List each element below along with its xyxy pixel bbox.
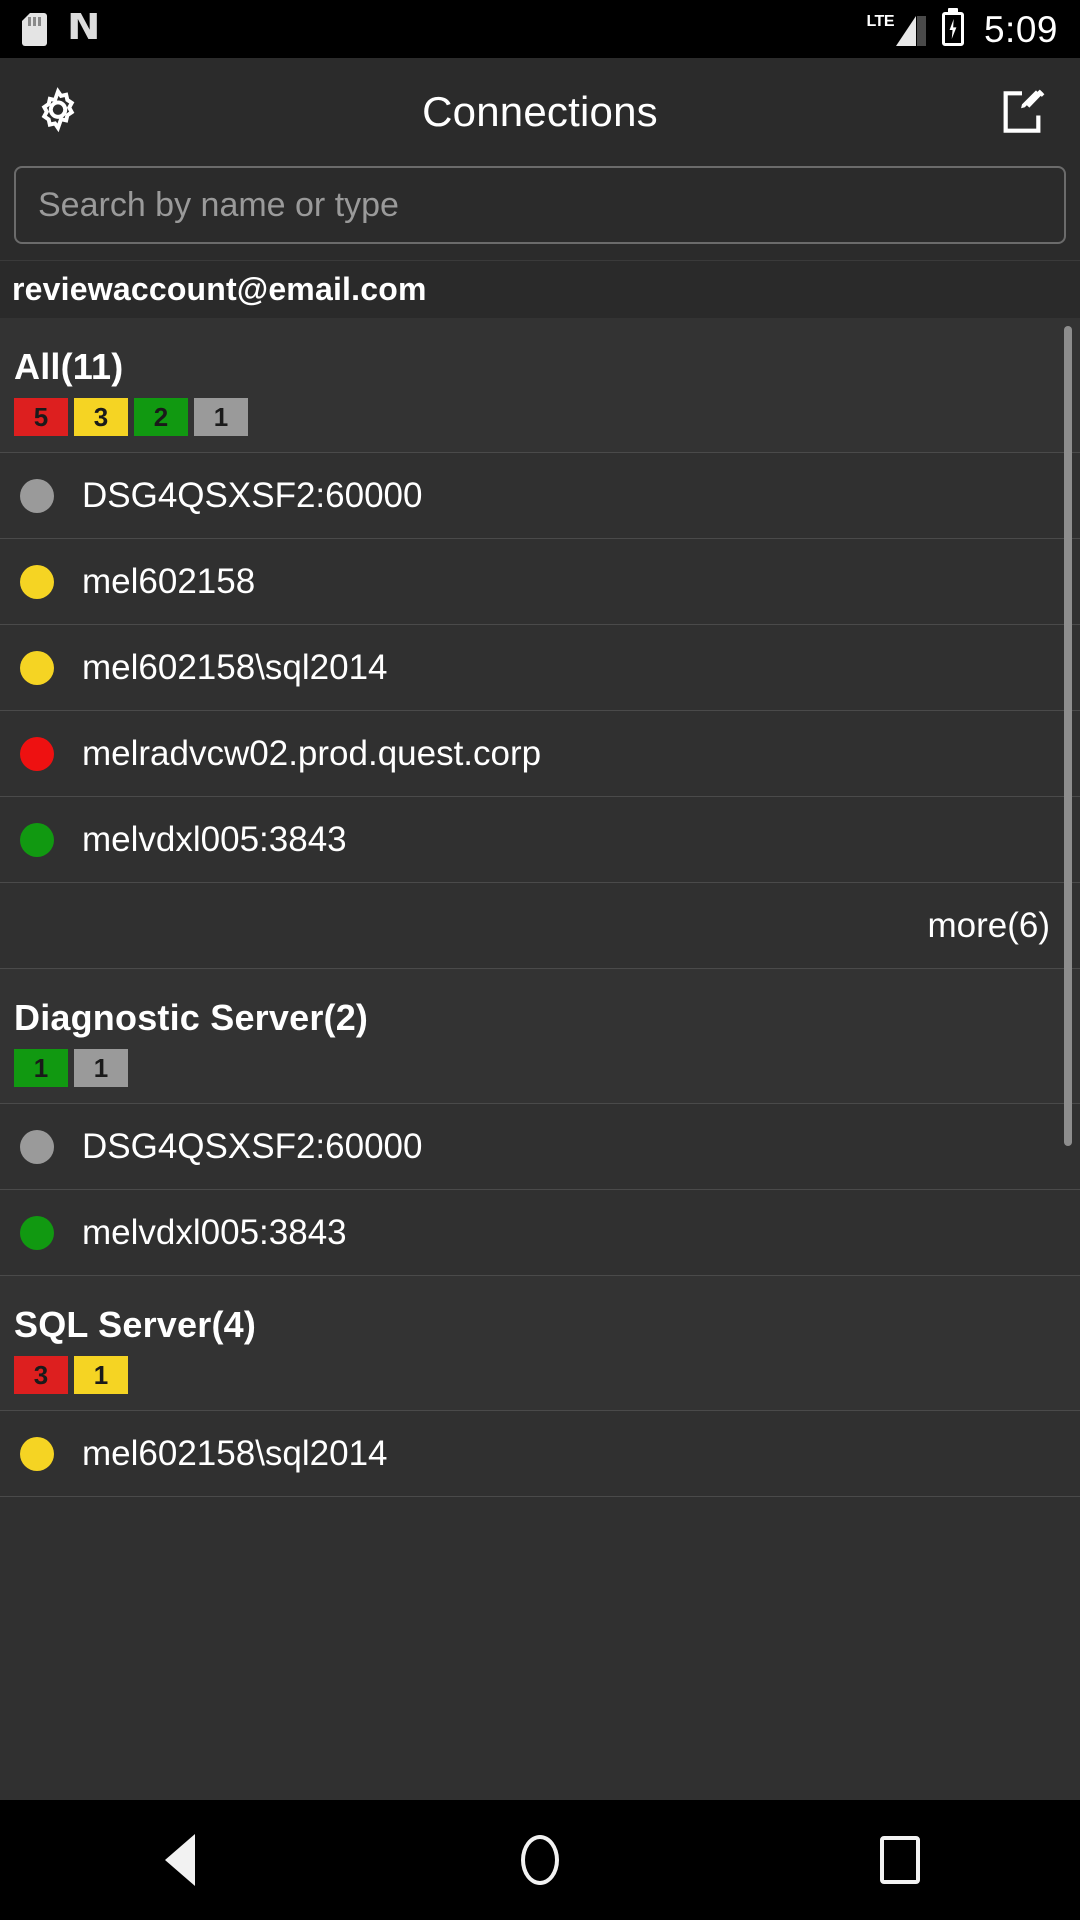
lte-signal-icon: LTE (866, 12, 926, 46)
page-title: Connections (422, 88, 658, 135)
back-icon (165, 1834, 195, 1886)
settings-button[interactable] (18, 72, 98, 152)
section-title: SQL Server(4) (14, 1304, 257, 1345)
status-dot-icon (20, 1129, 54, 1164)
app-root: LTE 5:09 Connections (0, 0, 1080, 1920)
status-bar: LTE 5:09 (0, 0, 1080, 58)
connection-name: melvdxl005:3843 (82, 1212, 347, 1252)
section-title: All(11) (14, 346, 124, 387)
status-badge: 3 (74, 398, 128, 436)
nav-home-button[interactable] (465, 1800, 615, 1920)
status-dot-icon (20, 478, 54, 513)
recents-icon (880, 1836, 920, 1884)
status-dot-icon (20, 736, 54, 771)
connection-name: DSG4QSXSF2:60000 (82, 1126, 423, 1166)
status-badge-row: 31 (14, 1356, 1066, 1394)
lte-label: LTE (866, 13, 894, 30)
status-badge: 1 (74, 1049, 128, 1087)
show-more-row[interactable]: more(6) (0, 883, 1080, 969)
scrollbar-thumb[interactable] (1064, 326, 1072, 1146)
connection-name: mel602158\sql2014 (82, 1433, 388, 1473)
battery-charging-icon (941, 12, 964, 46)
sdcard-icon (22, 12, 47, 46)
status-badge: 1 (194, 398, 248, 436)
connection-name: melradvcw02.prod.quest.corp (82, 733, 542, 773)
section-header[interactable]: All(11) 5 3 2 1 (0, 318, 1080, 453)
status-badge-row: 11 (14, 1049, 1066, 1087)
status-dot-icon (20, 650, 54, 685)
status-dot-icon (20, 564, 54, 599)
status-badge: 1 (14, 1049, 68, 1087)
account-email: reviewaccount@email.com (12, 271, 427, 307)
scrollbar[interactable] (1064, 318, 1072, 1800)
nav-recents-button[interactable] (825, 1800, 975, 1920)
sections-container: All(11) 5 3 2 1 DSG4QSXSF2:60000 mel602158 mel6… (0, 318, 1080, 1497)
search-input[interactable] (38, 185, 1042, 225)
show-more-label: more(6) (927, 905, 1050, 945)
system-navigation-bar (0, 1800, 1080, 1920)
status-bar-left-icons (22, 12, 101, 46)
search-container (0, 166, 1080, 260)
connection-name: melvdxl005:3843 (82, 819, 347, 859)
connection-row[interactable]: mel602158\sql2014 (0, 1411, 1080, 1497)
status-badge: 5 (14, 398, 68, 436)
home-icon (521, 1835, 559, 1885)
status-bar-clock: 5:09 (983, 8, 1058, 50)
status-badge-row: 5321 (14, 398, 1066, 436)
charging-bolt-icon (949, 19, 957, 39)
status-badge: 2 (134, 398, 188, 436)
search-box[interactable] (14, 166, 1066, 244)
connection-name: DSG4QSXSF2:60000 (82, 475, 423, 515)
section-title: Diagnostic Server(2) (14, 997, 369, 1038)
section-header[interactable]: Diagnostic Server(2) 1 1 (0, 969, 1080, 1104)
account-bar[interactable]: reviewaccount@email.com (0, 260, 1080, 318)
connection-row[interactable]: melradvcw02.prod.quest.corp (0, 711, 1080, 797)
connection-row[interactable]: DSG4QSXSF2:60000 (0, 1104, 1080, 1190)
new-connection-button[interactable] (982, 72, 1062, 152)
nav-back-button[interactable] (105, 1800, 255, 1920)
connections-list[interactable]: All(11) 5 3 2 1 DSG4QSXSF2:60000 mel602158 mel6… (0, 318, 1080, 1800)
connection-name: mel602158\sql2014 (82, 647, 388, 687)
signal-bars-icon (895, 14, 926, 46)
connection-row[interactable]: melvdxl005:3843 (0, 797, 1080, 883)
compose-icon (1003, 89, 1045, 133)
status-badge: 3 (14, 1356, 68, 1394)
connection-row[interactable]: DSG4QSXSF2:60000 (0, 453, 1080, 539)
status-bar-right-icons: LTE 5:09 (866, 11, 1058, 48)
gear-icon (41, 87, 75, 133)
status-dot-icon (20, 1436, 54, 1471)
connection-row[interactable]: melvdxl005:3843 (0, 1190, 1080, 1276)
nfc-n-icon (69, 13, 101, 45)
app-bar: Connections (0, 58, 1080, 166)
status-dot-icon (20, 1215, 54, 1250)
connection-row[interactable]: mel602158\sql2014 (0, 625, 1080, 711)
connection-row[interactable]: mel602158 (0, 539, 1080, 625)
section-header[interactable]: SQL Server(4) 3 1 (0, 1276, 1080, 1411)
status-badge: 1 (74, 1356, 128, 1394)
status-dot-icon (20, 822, 54, 857)
connection-name: mel602158 (82, 561, 256, 601)
